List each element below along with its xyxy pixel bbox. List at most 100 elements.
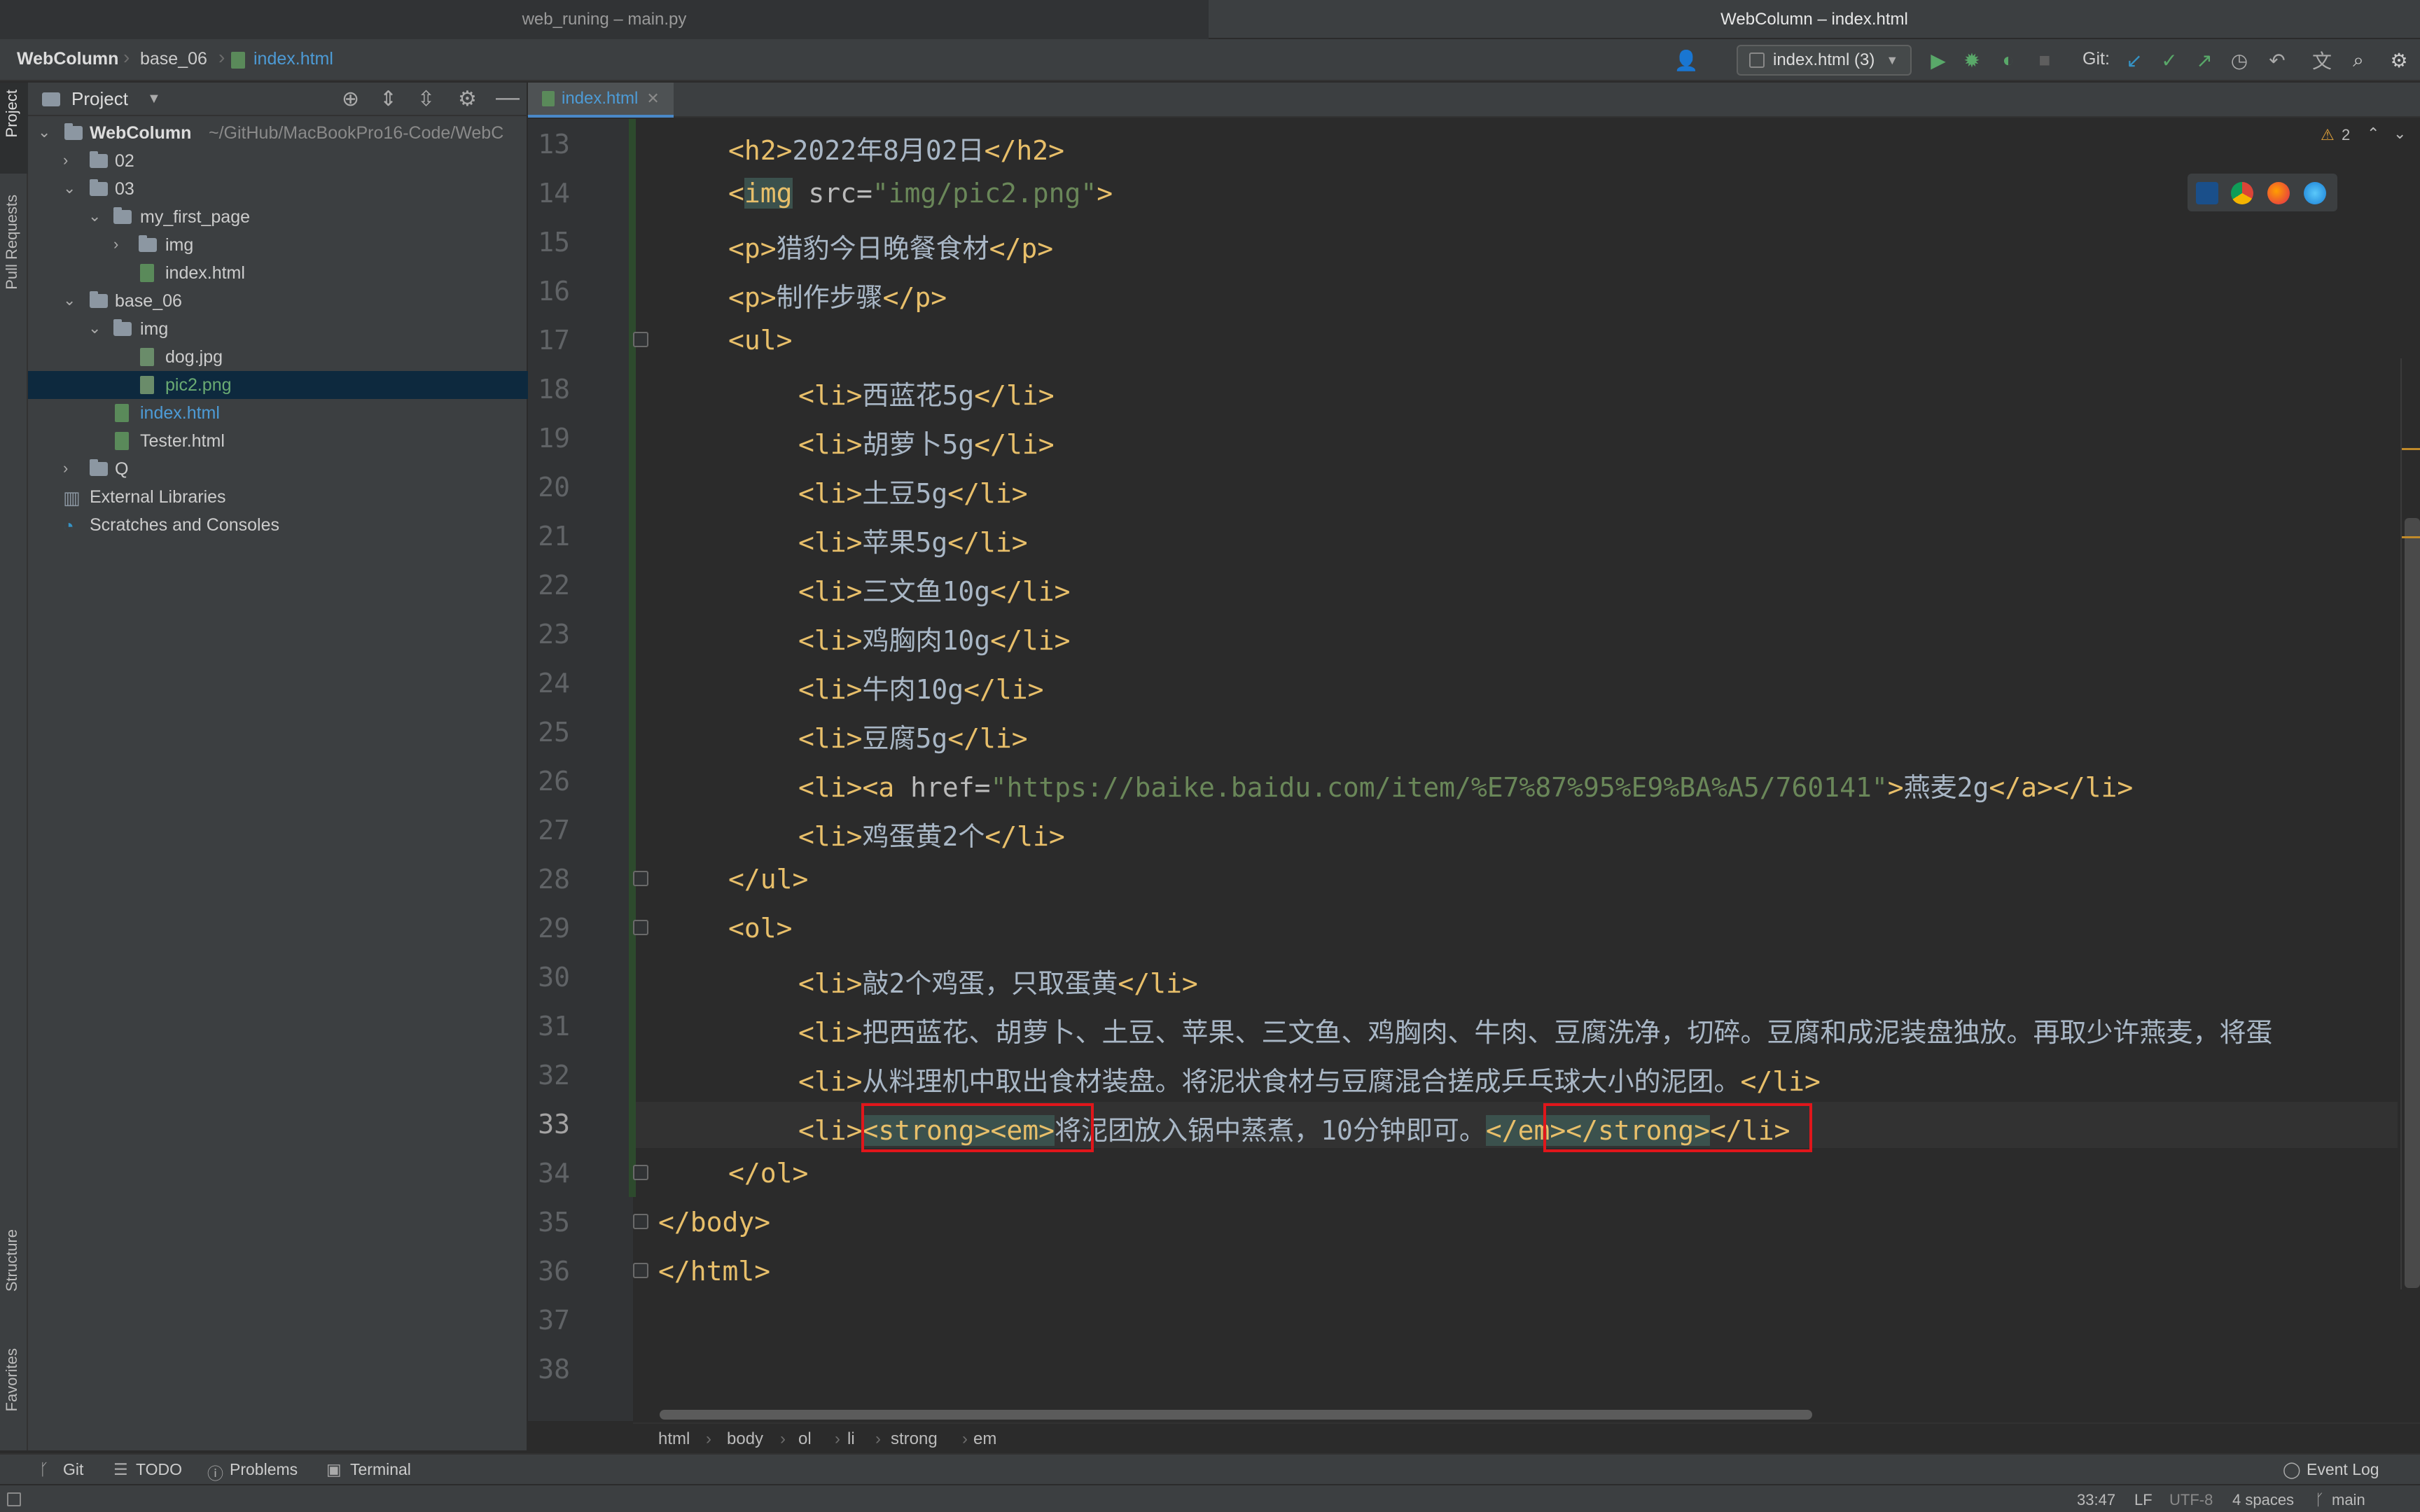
git-branch[interactable]: main (2332, 1491, 2365, 1509)
fold-marker[interactable] (633, 920, 648, 935)
caret-position[interactable]: 33:47 (2077, 1491, 2115, 1509)
line-separator[interactable]: LF (2134, 1491, 2153, 1509)
warning-stripe[interactable] (2402, 536, 2420, 538)
line-number: 26 (538, 766, 570, 797)
event-log-button[interactable]: Event Log (2307, 1460, 2379, 1479)
locate-icon[interactable]: ⊕ (342, 87, 359, 111)
line-number: 27 (538, 815, 570, 846)
library-icon: ▥ (63, 487, 81, 508)
code-tag: <p> (728, 233, 777, 264)
breadcrumb-separator: › (875, 1429, 881, 1448)
gear-icon[interactable]: ⚙ (2388, 49, 2410, 71)
toggle-tool-windows-icon[interactable] (7, 1492, 21, 1506)
breadcrumb-item[interactable]: li (847, 1429, 855, 1449)
code-line: <img src="img/pic2.png"> (728, 178, 1113, 209)
coverage-icon[interactable]: ◐ (1997, 49, 2019, 71)
code-link[interactable]: "https://baike.baidu.com/item/%E7%87%95%… (991, 772, 1888, 803)
tree-item-file[interactable]: index.html (28, 399, 528, 427)
tree-item-file[interactable]: index.html (28, 259, 528, 287)
fold-marker[interactable] (633, 1263, 648, 1278)
code-tag: </li> (1740, 1066, 1821, 1097)
warning-icon[interactable]: ⚠ (2321, 126, 2335, 144)
tree-item-root[interactable]: ⌄ WebColumn ~/GitHub/MacBookPro16-Code/W… (28, 119, 528, 147)
fold-marker[interactable] (633, 1214, 648, 1229)
fold-marker[interactable] (633, 1165, 648, 1180)
tree-item-folder[interactable]: › img (28, 231, 528, 259)
tree-item-folder[interactable]: ⌄ 03 (28, 175, 528, 203)
tab-index-html[interactable]: index.html ✕ (528, 83, 674, 118)
tab-project[interactable]: Project (3, 90, 21, 137)
warning-stripe[interactable] (2402, 448, 2420, 450)
chevron-down-icon: ⌄ (88, 207, 102, 225)
html-file-icon (140, 264, 154, 282)
breadcrumb-item[interactable]: ol (798, 1429, 812, 1449)
safari-icon[interactable] (2304, 182, 2326, 204)
breadcrumb-item[interactable]: em (973, 1429, 996, 1449)
run-configuration-select[interactable]: index.html (3) ▼ (1737, 45, 1912, 76)
code-tag: </a></li> (1989, 772, 2134, 803)
problems-tool-button[interactable]: Problems (230, 1460, 298, 1479)
tree-item-folder[interactable]: ⌄ my_first_page (28, 203, 528, 231)
git-commit-icon[interactable]: ✓ (2158, 49, 2181, 71)
git-update-icon[interactable]: ↙ (2123, 49, 2146, 71)
close-icon[interactable]: ✕ (646, 90, 659, 108)
chrome-icon[interactable] (2231, 182, 2253, 204)
terminal-tool-button[interactable]: Terminal (350, 1460, 411, 1479)
code-tag: <li> (798, 968, 863, 999)
tab-favorites[interactable]: Favorites (3, 1348, 21, 1411)
search-icon[interactable]: ⌕ (2347, 49, 2370, 71)
fold-marker[interactable] (633, 332, 648, 347)
breadcrumb-item[interactable]: body (727, 1429, 763, 1449)
tree-item-folder[interactable]: ⌄ base_06 (28, 287, 528, 315)
tree-item-file[interactable]: Tester.html (28, 427, 528, 455)
breadcrumb-folder[interactable]: base_06 (140, 49, 207, 69)
history-icon[interactable]: ◷ (2228, 49, 2251, 71)
line-number: 14 (538, 178, 570, 209)
inactive-window-title[interactable]: web_runing – main.py (0, 0, 1209, 39)
collapse-all-icon[interactable]: ⇳ (417, 87, 435, 111)
breadcrumb-item[interactable]: strong (891, 1429, 938, 1449)
indent-setting[interactable]: 4 spaces (2232, 1491, 2294, 1509)
breadcrumb-item[interactable]: html (658, 1429, 690, 1449)
run-icon[interactable]: ▶ (1927, 49, 1949, 71)
tree-item-label: 03 (115, 179, 134, 199)
horizontal-scrollbar[interactable] (660, 1410, 1812, 1420)
tree-item-folder[interactable]: › Q (28, 455, 528, 483)
tree-item-external-libraries[interactable]: ▥ External Libraries (28, 483, 528, 511)
git-push-icon[interactable]: ↗ (2193, 49, 2216, 71)
stop-icon[interactable]: ■ (2033, 49, 2056, 71)
next-highlight-icon[interactable]: ⌄ (2393, 125, 2406, 143)
fold-marker[interactable] (633, 871, 648, 886)
tree-item-file-selected[interactable]: pic2.png (28, 371, 528, 399)
code-tag: </li> (1118, 968, 1198, 999)
hide-panel-icon[interactable]: — (496, 84, 520, 111)
line-number: 38 (538, 1354, 570, 1385)
chevron-down-icon[interactable]: ▼ (147, 91, 161, 107)
tree-item-folder[interactable]: ⌄ img (28, 315, 528, 343)
folder-icon (90, 151, 108, 168)
debug-icon[interactable]: ✹ (1961, 49, 1983, 71)
previous-highlight-icon[interactable]: ⌃ (2367, 125, 2379, 143)
firefox-icon[interactable] (2267, 182, 2290, 204)
webstorm-icon[interactable] (2196, 182, 2218, 204)
translate-icon[interactable]: 文 (2311, 49, 2333, 72)
tab-pull-requests[interactable]: Pull Requests (3, 195, 21, 290)
expand-all-icon[interactable]: ⇕ (380, 87, 397, 111)
breadcrumb-file[interactable]: index.html (253, 49, 333, 69)
code-tag: </p> (882, 282, 947, 313)
todo-tool-button[interactable]: TODO (136, 1460, 182, 1479)
warning-count[interactable]: 2 (2342, 126, 2350, 144)
tab-structure[interactable]: Structure (3, 1229, 21, 1292)
tree-item-folder[interactable]: › 02 (28, 147, 528, 175)
rollback-icon[interactable]: ↶ (2266, 49, 2288, 71)
editor-tab-bar: index.html ✕ (528, 83, 2420, 118)
gear-icon[interactable]: ⚙ (458, 87, 477, 111)
vertical-scrollbar[interactable] (2405, 518, 2420, 1288)
git-tool-button[interactable]: Git (63, 1460, 83, 1479)
tree-item-scratches[interactable]: ◔ Scratches and Consoles (28, 511, 528, 539)
breadcrumb-project[interactable]: WebColumn (17, 49, 118, 69)
file-encoding[interactable]: UTF-8 (2169, 1491, 2213, 1509)
tree-item-file[interactable]: dog.jpg (28, 343, 528, 371)
project-view-title[interactable]: Project (71, 88, 128, 110)
user-icon[interactable]: 👤 (1674, 49, 1699, 71)
